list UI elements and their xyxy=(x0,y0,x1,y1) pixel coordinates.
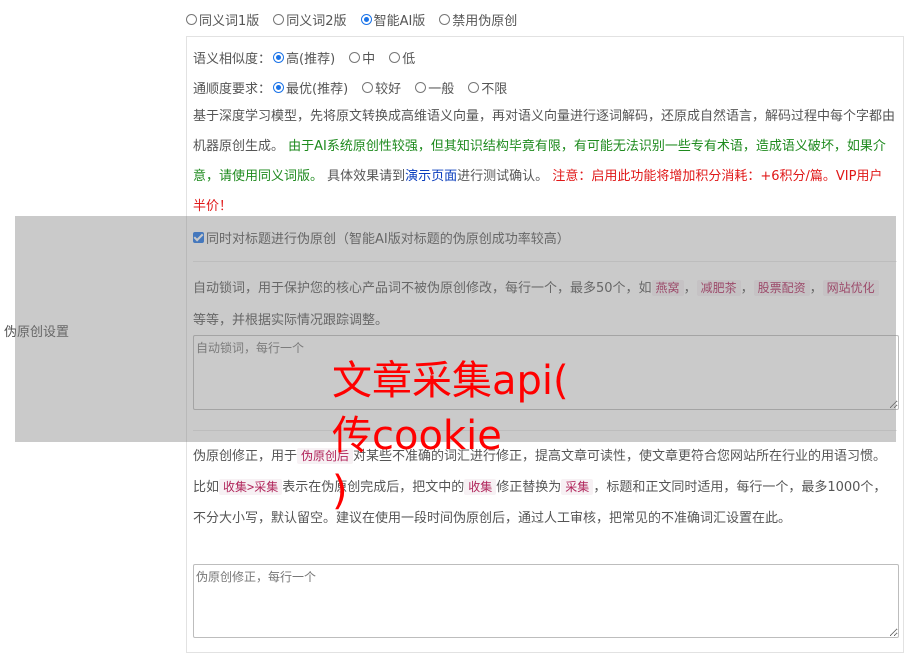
radio-smart-ai[interactable]: 智能AI版 xyxy=(360,10,425,29)
checkbox-checked-icon[interactable] xyxy=(193,232,204,243)
example-tag: 网站优化 xyxy=(822,280,879,296)
example-tag: 燕窝 xyxy=(651,280,684,296)
rewrite-settings-label: 伪原创设置 xyxy=(4,325,70,340)
example-tag: 股票配资 xyxy=(753,280,810,296)
example-tag: 伪原创后 xyxy=(297,448,354,464)
example-tag: 收集 xyxy=(464,479,497,495)
radio-dot[interactable] xyxy=(439,13,451,25)
radio-disable-rewrite[interactable]: 禁用伪原创 xyxy=(439,10,517,29)
radio-similarity-low[interactable]: 低 xyxy=(389,48,415,67)
divider xyxy=(193,261,897,262)
fluency-row: 通顺度要求： 最优(推荐) 较好 一般 不限 xyxy=(193,77,521,97)
radio-dot[interactable] xyxy=(273,13,285,25)
example-tag: 收集>采集 xyxy=(219,479,283,495)
similarity-row: 语义相似度： 高(推荐) 中 低 xyxy=(193,47,429,67)
radio-dot[interactable] xyxy=(273,51,285,63)
similarity-label: 语义相似度： xyxy=(193,51,272,67)
radio-dot[interactable] xyxy=(360,13,372,25)
radio-fluency-normal[interactable]: 一般 xyxy=(415,78,454,97)
correction-textarea[interactable] xyxy=(193,564,899,638)
example-tag: 减肥茶 xyxy=(696,280,741,296)
radio-similarity-medium[interactable]: 中 xyxy=(349,48,375,67)
radio-dot[interactable] xyxy=(362,81,374,93)
radio-similarity-high[interactable]: 高(推荐) xyxy=(273,48,335,67)
radio-dot[interactable] xyxy=(415,81,427,93)
divider xyxy=(193,430,897,431)
demo-page-link[interactable]: 演示页面 xyxy=(405,169,457,184)
radio-dot[interactable] xyxy=(468,81,480,93)
radio-dot[interactable] xyxy=(273,81,285,93)
radio-synonym-v1[interactable]: 同义词1版 xyxy=(186,10,259,29)
radio-dot[interactable] xyxy=(349,51,361,63)
mode-radio-group: 同义词1版 同义词2版 智能AI版 禁用伪原创 xyxy=(186,10,531,29)
correction-description: 伪原创修正，用于 伪原创后 对某些不准确的词汇进行修正，提高文章可读性，使文章更符合… xyxy=(193,448,887,526)
radio-dot[interactable] xyxy=(186,13,197,25)
fluency-label: 通顺度要求： xyxy=(193,81,272,97)
ai-description: 基于深度学习模型，先将原文转换成高维语义向量，再对语义向量进行逐词解码，还原成自… xyxy=(193,109,896,214)
radio-fluency-best[interactable]: 最优(推荐) xyxy=(273,78,348,97)
example-tag: 采集 xyxy=(561,479,594,495)
ai-settings-panel: 语义相似度： 高(推荐) 中 低 通顺度要求： 最优(推荐) 较好 一般 不限 … xyxy=(186,36,904,653)
radio-synonym-v2[interactable]: 同义词2版 xyxy=(273,10,347,29)
lock-words-textarea[interactable] xyxy=(193,335,899,410)
radio-fluency-any[interactable]: 不限 xyxy=(468,78,507,97)
radio-fluency-good[interactable]: 较好 xyxy=(362,78,401,97)
radio-dot[interactable] xyxy=(389,51,401,63)
lock-words-description: 自动锁词，用于保护您的核心产品词不被伪原创修改，每行一个，最多50个，如 燕窝，减… xyxy=(193,272,895,337)
title-rewrite-checkbox[interactable]: 同时对标题进行伪原创（智能AI版对标题的伪原创成功率较高） xyxy=(193,228,570,247)
